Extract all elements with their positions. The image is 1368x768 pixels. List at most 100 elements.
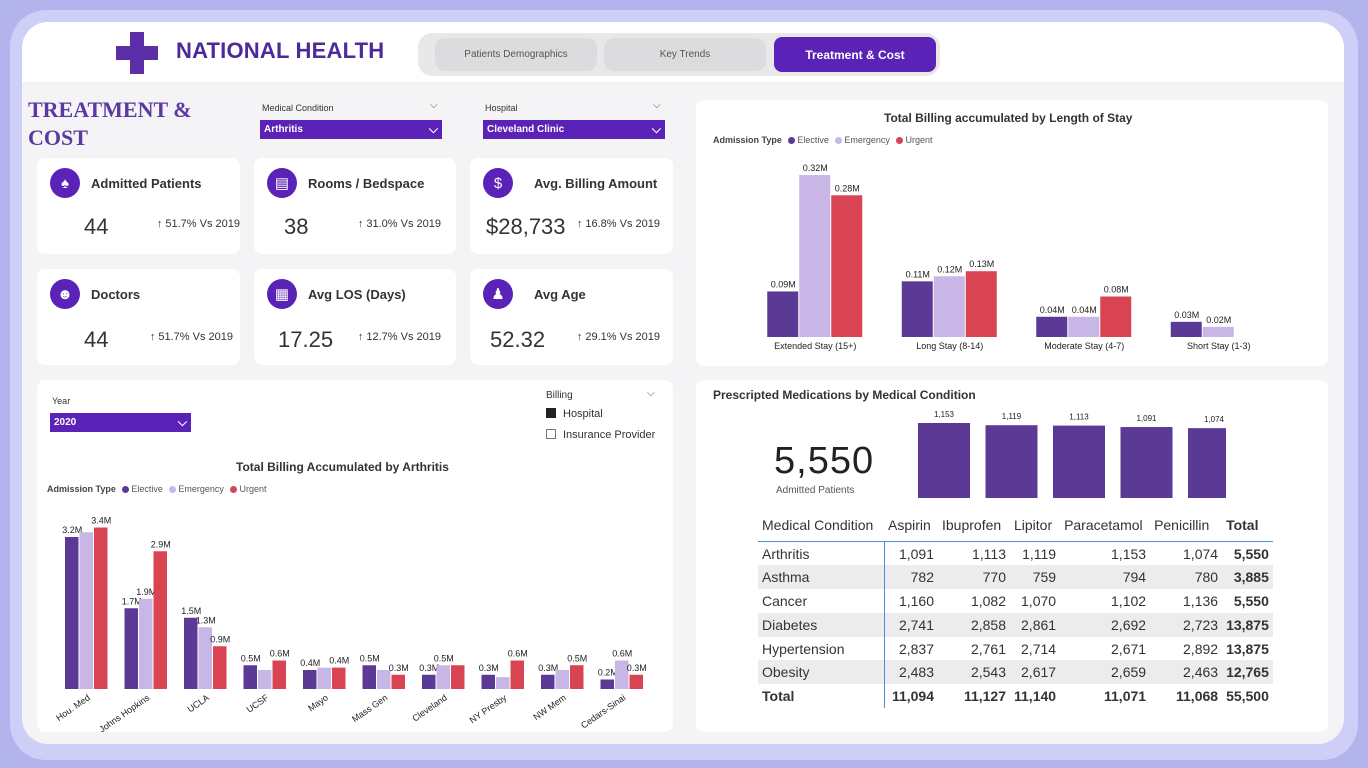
table-cell: 11,071	[1104, 688, 1147, 705]
chart-legend: Admission Type Elective Emergency Urgent	[713, 135, 933, 145]
data-label: 0.5M	[567, 653, 587, 663]
hospital-value: Cleveland Clinic	[487, 124, 565, 135]
chevron-down-icon: ⌵	[428, 122, 438, 136]
chart-legend: Admission Type Elective Emergency Urgent	[47, 484, 267, 494]
row-label: Obesity	[758, 660, 885, 685]
brand-name: NATIONAL HEALTH	[176, 38, 385, 63]
chevron-down-icon[interactable]: ⌵	[647, 388, 655, 399]
data-label: 0.3M	[627, 663, 647, 673]
table-cell: 13,875	[1222, 612, 1273, 637]
column-header[interactable]: Ibuprofen	[938, 513, 1010, 542]
kpi-delta: ↑ 16.8% Vs 2019	[576, 218, 660, 230]
kpi-card-admitted-patients: ♠ Admitted Patients 44 ↑ 51.7% Vs 2019	[37, 158, 240, 254]
chevron-down-icon[interactable]: ⌵	[430, 100, 438, 111]
data-label: 0.13M	[969, 259, 994, 269]
data-label: 0.3M	[389, 663, 409, 673]
medications-panel: Prescripted Medications by Medical Condi…	[696, 380, 1328, 732]
table-cell: 780	[1150, 565, 1223, 590]
table-row[interactable]: Asthma 782 770 759 794 780 3,885	[758, 565, 1273, 590]
kpi-card-rooms-bedspace: ▤ Rooms / Bedspace 38 ↑ 31.0% Vs 2019	[254, 158, 456, 254]
tick-label: UCSF	[245, 692, 271, 715]
checkbox-checked-icon[interactable]	[546, 408, 556, 418]
bar	[317, 667, 331, 689]
data-label: 1,091	[1136, 414, 1157, 423]
data-label: 1.5M	[181, 606, 201, 616]
table-cell: 2,692	[1060, 612, 1151, 637]
table-cell: 2,671	[1111, 640, 1147, 657]
bar	[332, 667, 346, 689]
year-select[interactable]: 2020 ⌵	[50, 413, 191, 432]
data-label: 0.32M	[803, 163, 828, 173]
kpi-title: Admitted Patients	[91, 176, 202, 191]
table-cell: 1,113	[938, 541, 1010, 566]
money-bag-icon: $	[483, 168, 513, 198]
table-cell: 794	[1060, 565, 1151, 590]
table-row[interactable]: Arthritis 1,091 1,113 1,119 1,153 1,074 5,550	[758, 541, 1273, 566]
table-cell: 759	[1010, 565, 1061, 590]
legend-dot-icon	[122, 486, 130, 493]
chevron-down-icon[interactable]: ⌵	[653, 100, 661, 111]
column-header[interactable]: Medical Condition	[758, 513, 884, 542]
data-label: 1,113	[1069, 413, 1089, 422]
table-row[interactable]: Obesity 2,483 2,543 2,617 2,659 2,463 12,765	[758, 660, 1273, 685]
doctor-icon: ☻	[50, 279, 80, 309]
data-label: 0.5M	[241, 653, 261, 663]
data-label: 0.11M	[906, 269, 930, 279]
tick-label: Extended Stay (15+)	[774, 341, 856, 351]
tab-treatment-cost[interactable]: Treatment & Cost	[774, 37, 936, 72]
table-cell: 1,160	[898, 592, 934, 609]
data-label: 0.6M	[612, 649, 632, 659]
column-header[interactable]: Aspirin	[884, 513, 938, 542]
bar	[79, 532, 93, 689]
data-label: 1,153	[934, 410, 955, 419]
data-label: 1.3M	[196, 615, 216, 625]
table-cell: 2,892	[1183, 640, 1219, 657]
kpi-value: 44	[84, 327, 109, 352]
kpi-card-avg-age: ♟ Avg Age 52.32 ↑ 29.1% Vs 2019	[470, 269, 673, 365]
table-cell: 1,070	[1021, 592, 1057, 609]
table-cell: 2,617	[1010, 660, 1061, 685]
row-label: Diabetes	[758, 612, 885, 637]
bar	[799, 175, 831, 337]
table-cell: 2,543	[938, 660, 1010, 685]
billing-option-insurance[interactable]: Insurance Provider	[546, 429, 655, 441]
tick-label: UCLA	[185, 692, 210, 714]
billing-option-hospital[interactable]: Hospital	[546, 408, 603, 420]
tick-label: Mass Gen	[350, 692, 389, 724]
column-header[interactable]: Lipitor	[1010, 513, 1060, 542]
chart-title: Total Billing Accumulated by Arthritis	[236, 460, 449, 474]
column-header[interactable]: Total	[1222, 513, 1273, 542]
legend-dot-icon	[230, 486, 238, 493]
data-label: 0.3M	[479, 663, 499, 673]
column-header[interactable]: Penicillin	[1150, 513, 1222, 542]
data-label: 0.2M	[598, 668, 618, 678]
bar	[65, 537, 79, 689]
bar	[362, 665, 376, 689]
billing-label: Billing	[546, 390, 573, 401]
row-label: Total	[758, 684, 885, 709]
table-row[interactable]: Diabetes 2,741 2,858 2,861 2,692 2,723 13,875	[758, 612, 1273, 637]
hospital-select[interactable]: Cleveland Clinic ⌵	[483, 120, 665, 139]
table-cell: 2,861	[1010, 612, 1061, 637]
table-cell: 2,483	[884, 660, 938, 685]
bar	[1068, 316, 1100, 337]
tab-patients-demographics[interactable]: Patients Demographics	[435, 38, 597, 71]
table-row[interactable]: Cancer 1,160 1,082 1,070 1,102 1,136 5,550	[758, 589, 1273, 613]
medical-condition-select[interactable]: Arthritis ⌵	[260, 120, 442, 139]
checkbox-empty-icon[interactable]	[546, 429, 556, 439]
page-title: TREATMENT & COST	[28, 97, 192, 150]
table-cell: 13,875	[1226, 640, 1269, 657]
bar	[1202, 326, 1234, 337]
table-cell: 2,659	[1060, 660, 1151, 685]
data-label: 0.04M	[1072, 305, 1097, 315]
data-label: 3.2M	[62, 525, 82, 535]
cross-logo-icon	[116, 32, 158, 74]
tab-key-trends[interactable]: Key Trends	[604, 38, 766, 71]
column-header[interactable]: Paracetamol	[1060, 513, 1150, 542]
bar	[600, 679, 614, 689]
data-label: 0.02M	[1206, 315, 1231, 325]
row-label: Cancer	[758, 589, 885, 613]
arthritis-billing-chart: 3.2M 3.4M Hou. Med 1.7M1.9M 2.9M Johns Hopkin…	[54, 516, 647, 733]
table-row[interactable]: Hypertension 2,837 2,761 2,714 2,671 2,892 13,…	[758, 636, 1273, 661]
year-label: Year	[52, 396, 71, 406]
